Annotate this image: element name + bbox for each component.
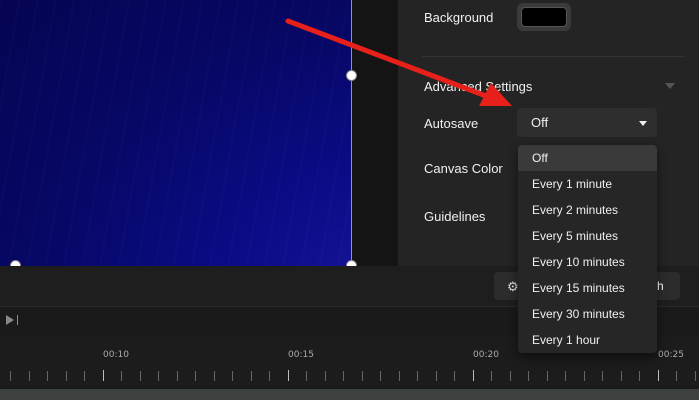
timeline-tick [602, 371, 603, 381]
advanced-settings-header[interactable]: Advanced Settings [424, 79, 532, 94]
gear-icon[interactable]: ⚙ [507, 279, 519, 295]
autosave-select-value: Off [531, 115, 549, 130]
timeline-tick [417, 371, 418, 381]
timeline-tick-major [288, 370, 289, 381]
autosave-dropdown-menu: Off Every 1 minute Every 2 minutes Every… [518, 145, 657, 353]
timeline-tick [306, 371, 307, 381]
selection-bounding-line [351, 0, 352, 266]
timeline-tick [66, 371, 67, 381]
autosave-option-1-minute[interactable]: Every 1 minute [518, 171, 657, 197]
autosave-option-2-minutes[interactable]: Every 2 minutes [518, 197, 657, 223]
tick-label: 00:20 [473, 350, 499, 360]
timeline-tick [584, 371, 585, 381]
timeline-tick [491, 371, 492, 381]
timeline-tick-major [658, 370, 659, 381]
timeline-tick [214, 371, 215, 381]
timeline-tick [676, 371, 677, 381]
timeline-tick [695, 371, 696, 381]
timeline-tick [380, 371, 381, 381]
timeline-tick [399, 371, 400, 381]
timeline-tick [232, 371, 233, 381]
timeline-tick [84, 371, 85, 381]
timeline-tick [177, 371, 178, 381]
timeline-tick [510, 371, 511, 381]
timeline-tick [47, 371, 48, 381]
timeline-tick [621, 371, 622, 381]
canvas-preview[interactable] [0, 0, 352, 266]
background-label: Background [424, 10, 494, 25]
timeline-tick [454, 371, 455, 381]
timeline-tick [195, 371, 196, 381]
background-color-fill [521, 7, 567, 27]
timeline-tick [528, 371, 529, 381]
tick-label: 00:15 [288, 350, 314, 360]
autosave-option-10-minutes[interactable]: Every 10 minutes [518, 249, 657, 275]
play-icon[interactable] [6, 315, 14, 325]
timeline-tick [362, 371, 363, 381]
canvas-color-label: Canvas Color [424, 161, 503, 176]
autosave-option-1-hour[interactable]: Every 1 hour [518, 327, 657, 353]
timeline-tick [140, 371, 141, 381]
timeline-tick [343, 371, 344, 381]
timeline-tick [29, 371, 30, 381]
tick-label: 00:25 [658, 350, 684, 360]
canvas-area[interactable] [0, 0, 398, 266]
timeline-tick [639, 371, 640, 381]
autosave-option-off[interactable]: Off [518, 145, 657, 171]
timeline-tick [269, 371, 270, 381]
caret-down-icon [639, 121, 647, 126]
timeline-tick [121, 371, 122, 381]
timeline-tick [325, 371, 326, 381]
autosave-option-15-minutes[interactable]: Every 15 minutes [518, 275, 657, 301]
autosave-option-30-minutes[interactable]: Every 30 minutes [518, 301, 657, 327]
resize-handle-right[interactable] [346, 70, 357, 81]
background-color-swatch[interactable] [517, 3, 571, 31]
timeline-tick-major [473, 370, 474, 381]
timeline-tick [158, 371, 159, 381]
chevron-down-icon[interactable] [665, 83, 675, 89]
play-bar-icon [17, 315, 18, 325]
timeline-track[interactable] [0, 389, 699, 400]
autosave-label: Autosave [424, 116, 479, 131]
guidelines-label: Guidelines [424, 209, 486, 224]
autosave-select[interactable]: Off [517, 108, 657, 137]
panel-divider [422, 56, 685, 57]
timeline-tick [565, 371, 566, 381]
timeline-tick [10, 371, 11, 381]
autosave-option-5-minutes[interactable]: Every 5 minutes [518, 223, 657, 249]
timeline-tick [436, 371, 437, 381]
timeline-tick [547, 371, 548, 381]
timeline-tick [251, 371, 252, 381]
timeline-tick-major [103, 370, 104, 381]
tick-label: 00:10 [103, 350, 129, 360]
